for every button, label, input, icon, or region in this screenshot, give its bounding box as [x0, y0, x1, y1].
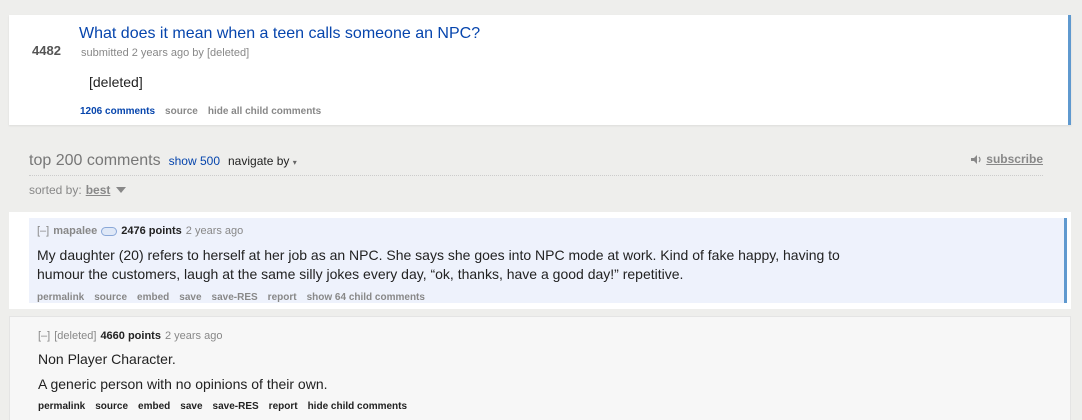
- comment-actions: permalink source embed save save-RES rep…: [38, 401, 407, 412]
- collapse-toggle[interactable]: [–]: [38, 330, 50, 342]
- divider: [29, 175, 1043, 176]
- post-tagline: submitted 2 years ago by [deleted]: [81, 47, 250, 59]
- comment-tagline: [–] [deleted] 4660 points 2 years ago: [38, 330, 222, 342]
- subscribe-label: subscribe: [986, 152, 1043, 166]
- comment-inner: [–] mapalee 2476 points 2 years ago My d…: [29, 218, 1067, 303]
- tag-icon[interactable]: [101, 226, 118, 236]
- save-link[interactable]: save: [180, 401, 202, 412]
- caret-down-icon: [116, 187, 127, 193]
- comments-header: top 200 comments show 500 navigate by ▾: [29, 152, 297, 170]
- post-title-link[interactable]: What does it mean when a teen calls some…: [79, 25, 480, 43]
- post-body: [deleted]: [89, 74, 143, 90]
- subscribe-button[interactable]: subscribe: [970, 152, 1043, 166]
- hide-child-comments-link[interactable]: hide child comments: [308, 401, 407, 412]
- embed-link[interactable]: embed: [138, 401, 170, 412]
- report-link[interactable]: report: [268, 292, 297, 303]
- post-score: 4482: [32, 43, 61, 58]
- comments-title: top 200 comments: [29, 152, 161, 169]
- comment-points: 4660 points: [100, 330, 161, 342]
- show-500-link[interactable]: show 500: [169, 154, 220, 168]
- source-link[interactable]: source: [165, 106, 198, 117]
- comment-age: 2 years ago: [164, 330, 223, 342]
- source-link[interactable]: source: [94, 292, 127, 303]
- comment-points: 2476 points: [121, 225, 182, 237]
- comment-text-line: A generic person with no opinions of the…: [38, 376, 328, 392]
- hide-child-comments-link[interactable]: hide all child comments: [208, 106, 321, 117]
- save-res-link[interactable]: save-RES: [212, 292, 258, 303]
- sort-value[interactable]: best: [86, 183, 111, 197]
- sort-selector[interactable]: sorted by: best: [29, 183, 127, 197]
- collapse-toggle[interactable]: [–]: [37, 225, 49, 237]
- post-actions: 1206 comments source hide all child comm…: [80, 106, 321, 117]
- post-card: 4482 What does it mean when a teen calls…: [9, 15, 1071, 125]
- navigate-by-label: navigate by: [228, 154, 290, 168]
- comment-body: Non Player Character. A generic person w…: [38, 350, 328, 394]
- source-link[interactable]: source: [95, 401, 128, 412]
- comment-text-line: My daughter (20) refers to herself at he…: [37, 247, 840, 263]
- chevron-down-icon: ▾: [292, 158, 297, 167]
- sorted-by-label: sorted by:: [29, 183, 82, 197]
- embed-link[interactable]: embed: [137, 292, 169, 303]
- save-link[interactable]: save: [179, 292, 201, 303]
- comment-body: My daughter (20) refers to herself at he…: [37, 246, 840, 284]
- report-link[interactable]: report: [269, 401, 298, 412]
- permalink-link[interactable]: permalink: [37, 292, 84, 303]
- speaker-icon: [971, 154, 981, 164]
- comment-actions: permalink source embed save save-RES rep…: [37, 292, 425, 303]
- comment: [–] [deleted] 4660 points 2 years ago No…: [9, 316, 1071, 420]
- comment-author: [deleted]: [54, 330, 97, 342]
- show-child-comments-link[interactable]: show 64 child comments: [307, 292, 425, 303]
- permalink-link[interactable]: permalink: [38, 401, 85, 412]
- comment-text-line: humour the customers, laugh at the same …: [37, 266, 684, 282]
- comment-author[interactable]: mapalee: [53, 225, 97, 237]
- save-res-link[interactable]: save-RES: [213, 401, 259, 412]
- comment-age: 2 years ago: [185, 225, 244, 237]
- comment-inner: [–] [deleted] 4660 points 2 years ago No…: [30, 323, 1066, 419]
- navigate-by-menu[interactable]: navigate by ▾: [228, 154, 297, 168]
- comment: [–] mapalee 2476 points 2 years ago My d…: [9, 212, 1071, 309]
- comments-link[interactable]: 1206 comments: [80, 106, 155, 117]
- comment-text-line: Non Player Character.: [38, 351, 176, 367]
- comment-tagline: [–] mapalee 2476 points 2 years ago: [37, 225, 243, 237]
